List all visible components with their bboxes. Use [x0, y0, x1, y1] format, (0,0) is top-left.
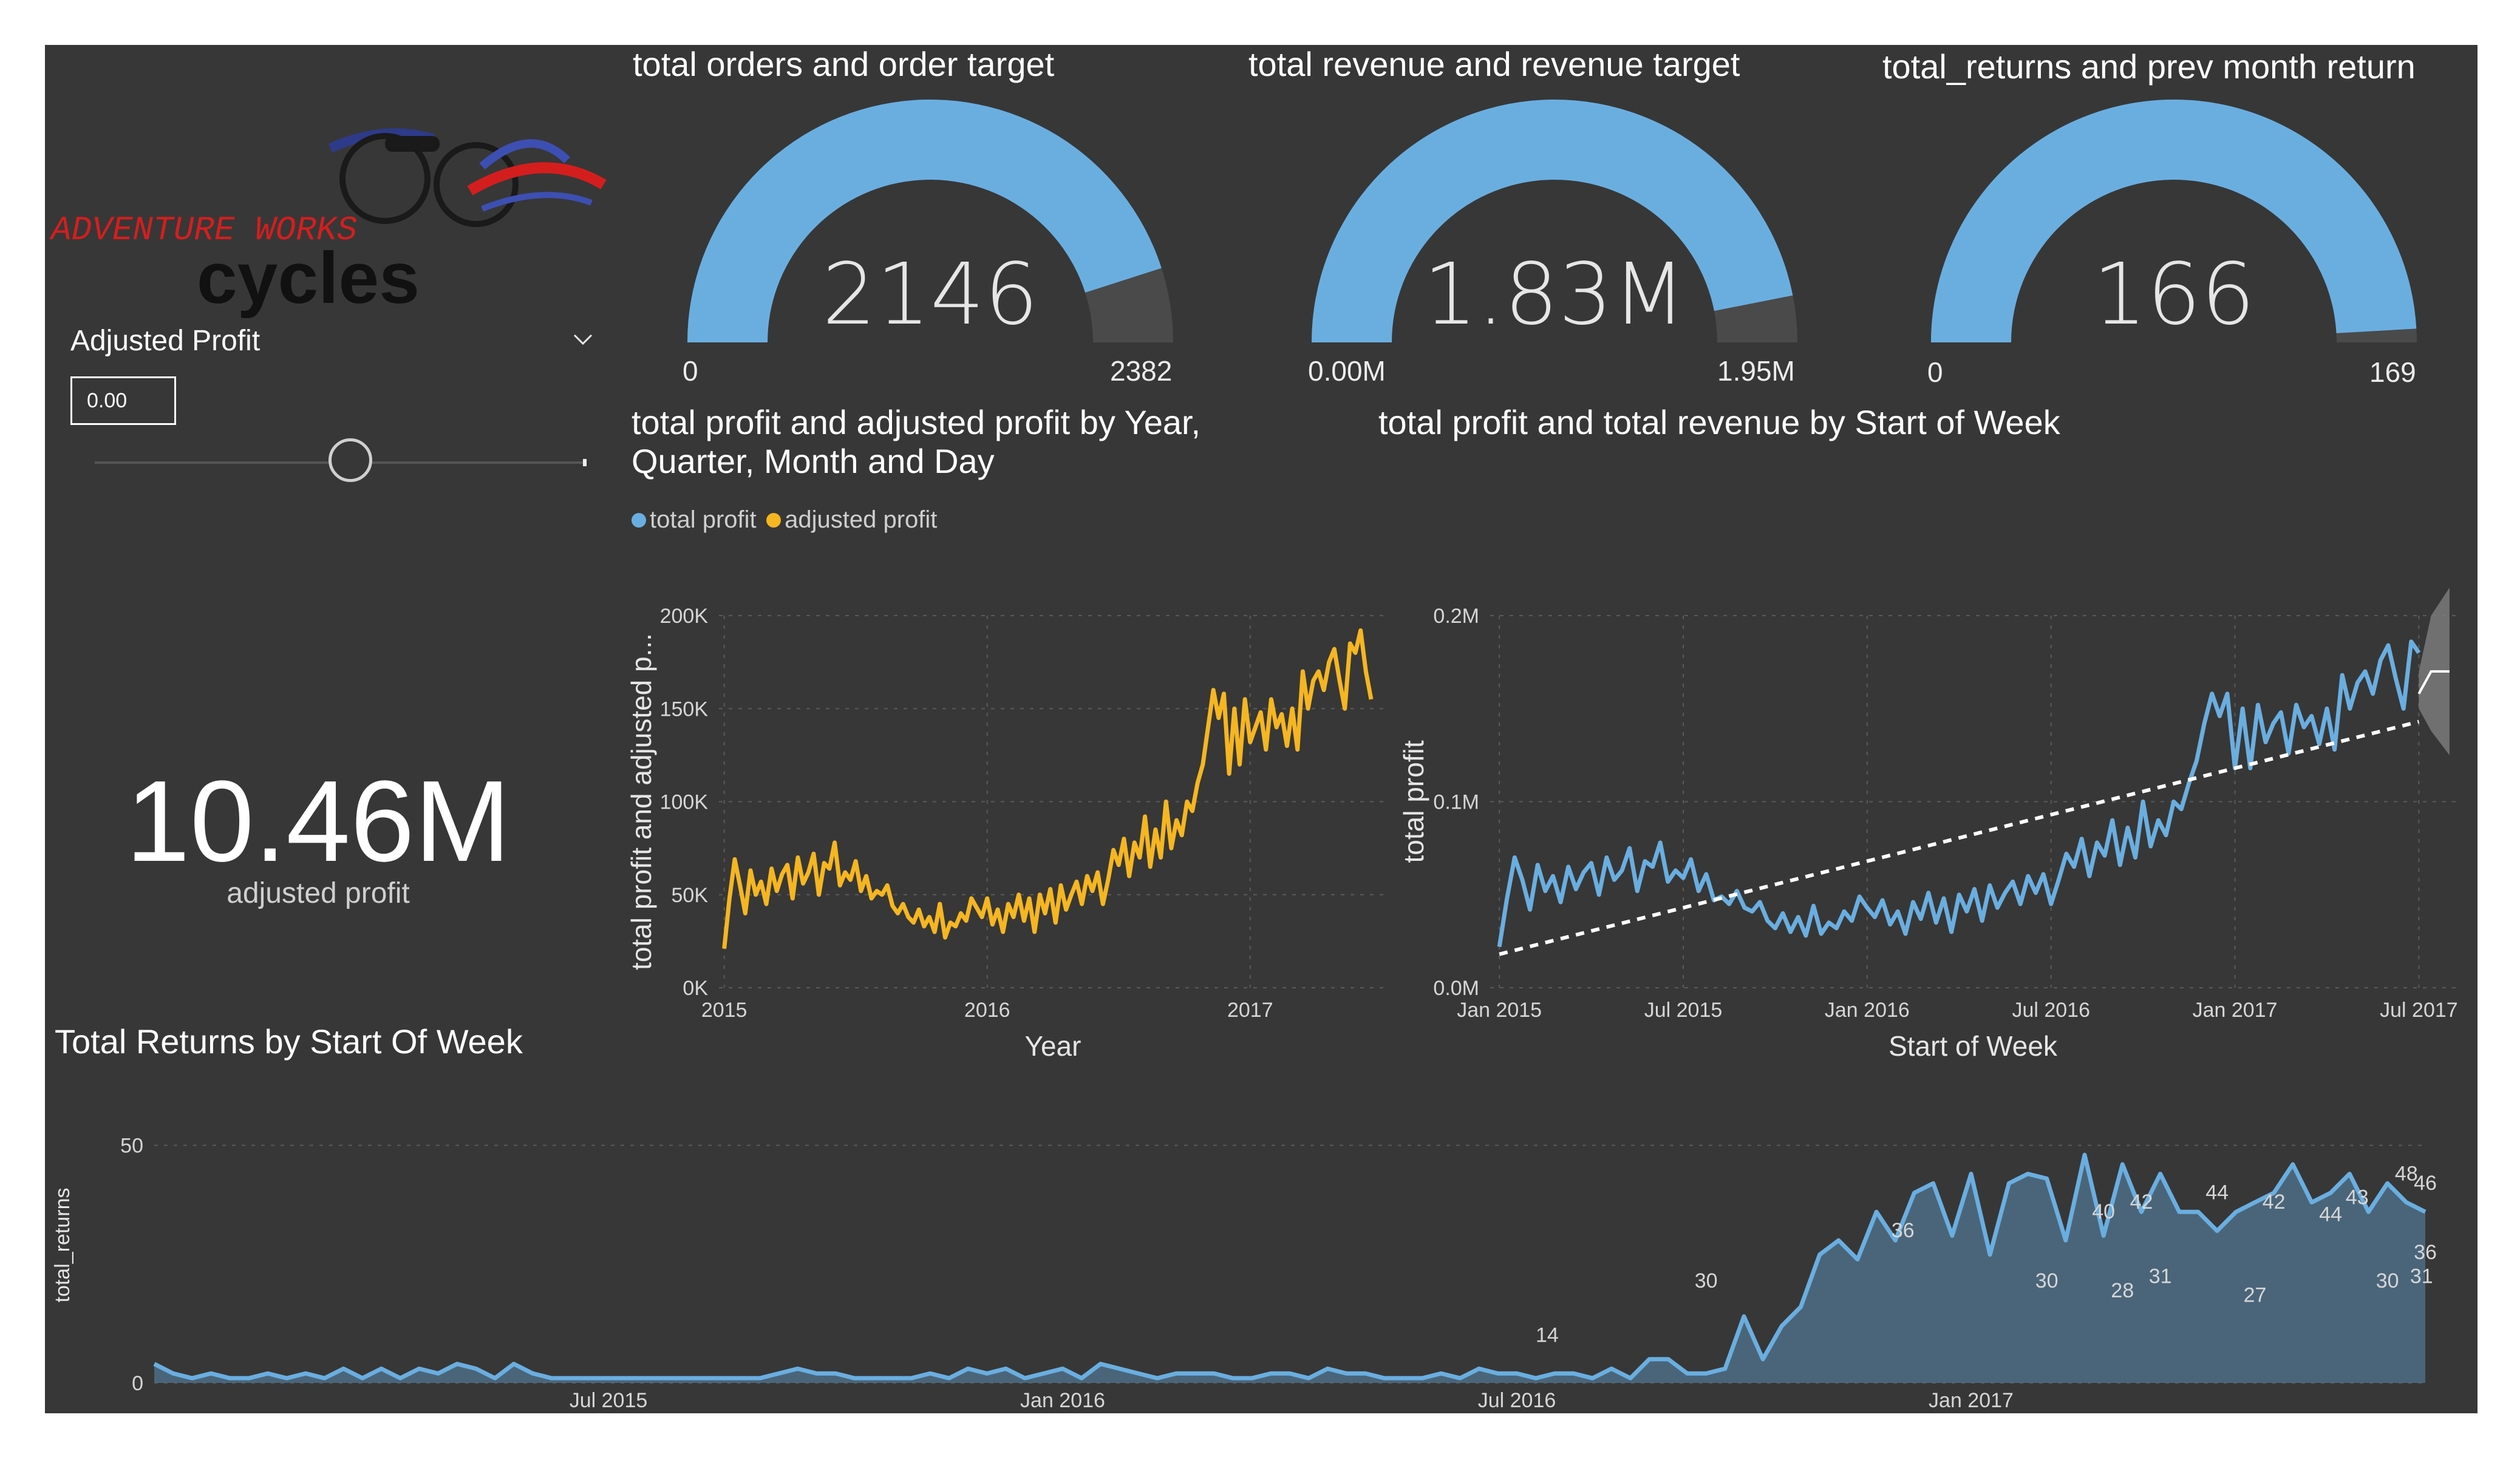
gauge-returns-value: 166 — [2093, 245, 2255, 344]
y-tick-label: 0K — [683, 977, 708, 1000]
gauge-orders-value: 2146 — [822, 245, 1039, 344]
data-label: 42 — [2263, 1190, 2286, 1214]
gauge-orders-min: 0 — [683, 355, 698, 387]
data-label: 31 — [2149, 1265, 2172, 1288]
logo-line2: cycles — [197, 237, 420, 319]
y-tick-label: 200K — [660, 605, 709, 628]
x-tick-label: Jan 2017 — [1929, 1389, 2014, 1412]
x-tick-label: 2016 — [964, 999, 1010, 1022]
x-tick-label: Jan 2016 — [1825, 999, 1910, 1022]
kpi-label: adjusted profit — [226, 877, 410, 909]
x-tick-label: Jan 2015 — [1457, 999, 1542, 1022]
data-label: 40 — [2092, 1200, 2115, 1223]
y-tick-label: 0.1M — [1433, 791, 1479, 814]
data-label: 28 — [2111, 1279, 2134, 1302]
x-tick-label: 2015 — [701, 999, 747, 1022]
chevron-down-icon[interactable] — [571, 330, 595, 348]
y-tick-label: 0.0M — [1433, 977, 1479, 1000]
gauge-revenue-min: 0.00M — [1308, 355, 1386, 387]
adventure-works-logo: ADVENTURE WORKS cycles — [49, 128, 607, 319]
chart2-plot: 0.0M 0.1M 0.2M Jan 2015 Jul 2015 Jan 2016 Jul … — [1398, 588, 2458, 1062]
data-label: 30 — [2376, 1269, 2399, 1292]
gauge-returns-title: total_returns and prev month return — [1882, 47, 2416, 86]
x-tick-label: Jul 2015 — [1644, 999, 1723, 1022]
slicer-label: Adjusted Profit — [70, 325, 261, 357]
data-label: 36 — [1892, 1219, 1915, 1242]
data-label: 27 — [2244, 1284, 2267, 1307]
chart3-title: Total Returns by Start Of Week — [55, 1022, 523, 1061]
x-tick-label: Jul 2016 — [1478, 1389, 1556, 1412]
x-axis-title: Year — [1025, 1030, 1081, 1062]
slider-thumb[interactable] — [329, 438, 373, 482]
x-tick-label: Jul 2015 — [570, 1389, 648, 1412]
y-axis-title: total_returns — [51, 1188, 74, 1303]
x-axis-title: Start of Week — [1888, 1030, 2058, 1062]
dashboard-canvas: ADVENTURE WORKS cycles Adjusted Profit 1… — [45, 45, 2477, 1413]
chart3-plot: 050Jul 2015Jan 2016Jul 2016Jan 2017Start… — [51, 1135, 2437, 1412]
y-axis-title: total profit — [1398, 740, 1429, 863]
x-tick-label: Jul 2017 — [2380, 999, 2458, 1022]
x-tick-label: Jan 2016 — [1020, 1389, 1105, 1412]
data-label: 30 — [2035, 1269, 2059, 1292]
gauge-orders-title: total orders and order target — [633, 45, 1055, 83]
y-tick-label: 150K — [660, 698, 709, 721]
gauge-revenue-value: 1.83M — [1423, 245, 1686, 344]
data-label: 30 — [1695, 1269, 1718, 1292]
data-label: 42 — [2130, 1190, 2153, 1214]
y-tick-label: 100K — [660, 791, 709, 814]
slider-end-marker — [583, 459, 587, 466]
gauge-orders-max: 2382 — [1110, 355, 1173, 387]
data-label: 43 — [2346, 1186, 2369, 1209]
trend-line — [1499, 719, 2420, 956]
y-tick-label: 50 — [120, 1135, 143, 1158]
kpi-value: 10.46M — [126, 757, 511, 886]
chart2-title: total profit and total revenue by Start … — [1378, 403, 2060, 441]
gauge-revenue-title: total revenue and revenue target — [1248, 45, 1740, 83]
y-axis-title: total profit and adjusted p... — [625, 633, 657, 970]
gauge-revenue-max: 1.95M — [1717, 355, 1795, 387]
x-tick-label: Jan 2017 — [2193, 999, 2278, 1022]
y-tick-label: 50K — [672, 884, 709, 907]
data-label: 44 — [2205, 1181, 2229, 1204]
data-label: 46 — [2414, 1172, 2437, 1195]
gauge-returns-min: 0 — [1927, 356, 1943, 388]
slicer-value-input[interactable] — [70, 376, 176, 425]
chart1-plot: 0K 50K 100K 150K 200K 2015 2016 2017 Year total p… — [625, 605, 1387, 1062]
data-label: 44 — [2319, 1203, 2342, 1226]
x-tick-label: Jul 2016 — [2012, 999, 2090, 1022]
series-returns-area — [154, 1155, 2425, 1383]
data-label: 31 — [2410, 1265, 2433, 1288]
legend-item-adjusted-profit[interactable]: adjusted profit — [766, 506, 937, 534]
data-label: 14 — [1536, 1323, 1559, 1347]
data-label: 36 — [2414, 1241, 2437, 1264]
gauge-returns-max: 169 — [2369, 356, 2416, 388]
y-tick-label: 0 — [132, 1372, 143, 1395]
y-tick-label: 0.2M — [1433, 605, 1479, 628]
legend-label-total-profit: total profit — [650, 506, 757, 533]
chart1-legend: total profit adjusted profit — [632, 506, 944, 534]
chart1-title: total profit and adjusted profit by Year… — [632, 403, 1201, 481]
legend-label-adjusted-profit: adjusted profit — [785, 506, 938, 533]
series-total-profit-line — [1497, 639, 2421, 948]
legend-item-total-profit[interactable]: total profit — [632, 506, 757, 534]
x-tick-label: 2017 — [1227, 999, 1273, 1022]
series-adjusted-profit-line — [722, 628, 1374, 949]
